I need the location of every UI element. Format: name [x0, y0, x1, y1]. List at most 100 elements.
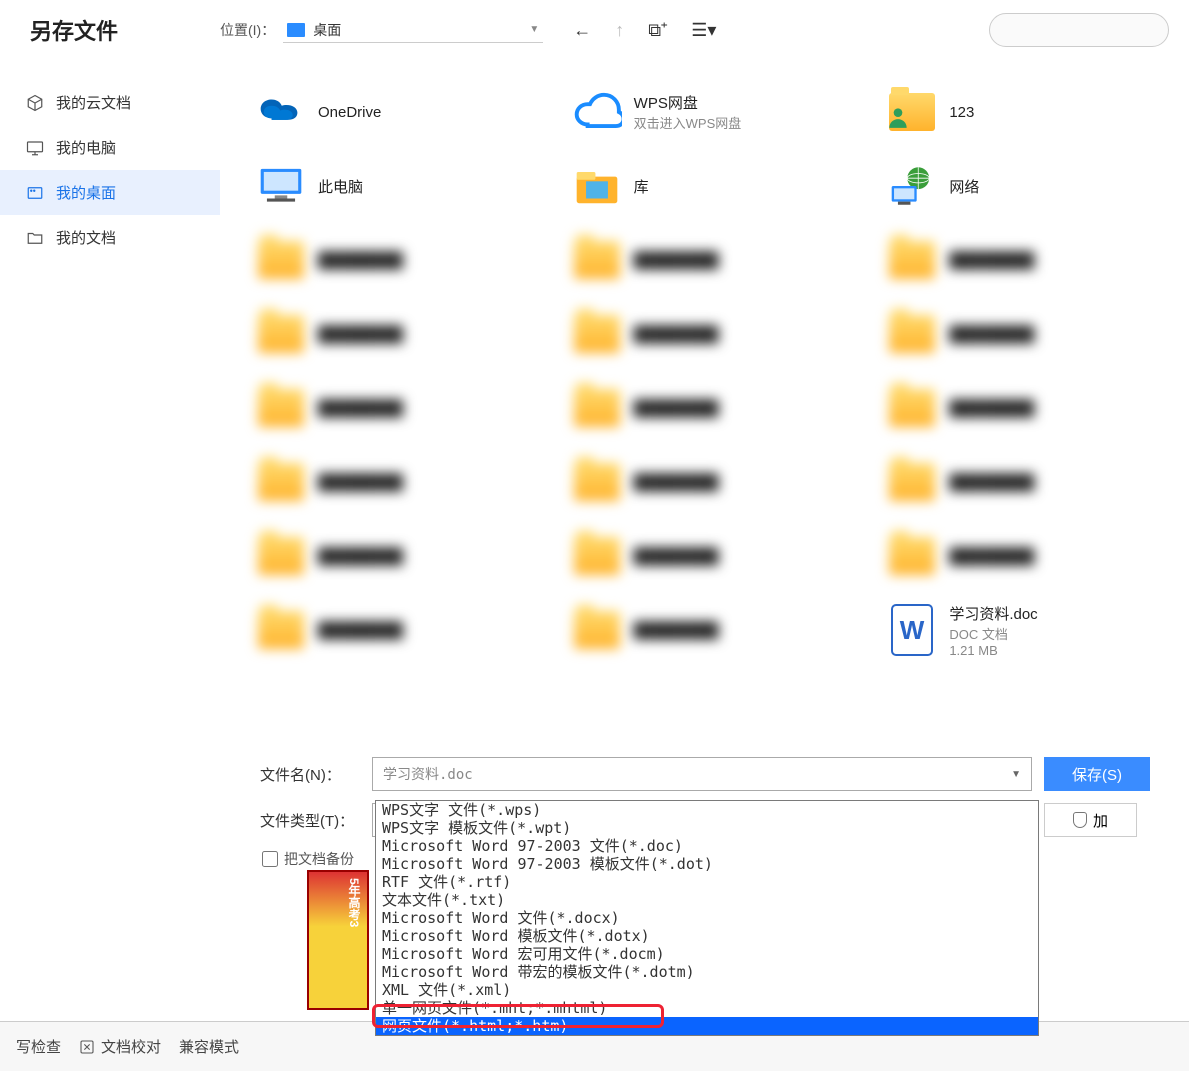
- cloud-icon: [572, 87, 622, 137]
- grid-item-blurred[interactable]: ████████: [250, 448, 548, 516]
- dialog-title: 另存文件: [0, 14, 220, 46]
- filetype-dropdown-list[interactable]: WPS文字 文件(*.wps)WPS文字 模板文件(*.wpt)Microsof…: [375, 800, 1039, 1036]
- statusbar-compat-mode[interactable]: 兼容模式: [179, 1036, 239, 1057]
- grid-item-blurred[interactable]: ████████: [566, 448, 864, 516]
- grid-item-this-pc[interactable]: 此电脑: [250, 152, 548, 220]
- search-input[interactable]: [1004, 23, 1181, 38]
- grid-item-study-doc[interactable]: W 学习资料.doc DOC 文档 1.21 MB: [881, 596, 1179, 664]
- background-book-spine: 5年高考3: [307, 870, 369, 1010]
- filetype-option[interactable]: Microsoft Word 文件(*.docx): [376, 909, 1038, 927]
- grid-item-blurred[interactable]: ████████: [566, 226, 864, 294]
- up-icon: ↑: [615, 20, 624, 41]
- desktop-square-icon: [26, 184, 44, 202]
- new-folder-icon[interactable]: ⧉⁺: [648, 20, 667, 41]
- filetype-option[interactable]: Microsoft Word 模板文件(*.dotx): [376, 927, 1038, 945]
- location-value: 桌面: [313, 20, 341, 40]
- shield-icon: [1073, 812, 1087, 828]
- filetype-label: 文件类型(T)：: [260, 810, 360, 831]
- grid-item-libraries[interactable]: 库: [566, 152, 864, 220]
- sidebar-item-label: 我的桌面: [56, 182, 116, 203]
- grid-item-onedrive[interactable]: OneDrive: [250, 78, 548, 146]
- backup-label: 把文档备份: [284, 849, 354, 869]
- filetype-option[interactable]: 单一网页文件(*.mht;*.mhtml): [376, 999, 1038, 1017]
- item-name: 此电脑: [318, 176, 363, 197]
- sidebar: 我的云文档 我的电脑 我的桌面 我的文档: [0, 60, 220, 743]
- item-name: 123: [949, 104, 974, 121]
- item-name: 学习资料.doc: [949, 603, 1037, 624]
- sidebar-item-label: 我的文档: [56, 227, 116, 248]
- filetype-option[interactable]: Microsoft Word 97-2003 文件(*.doc): [376, 837, 1038, 855]
- item-name: 网络: [949, 176, 979, 197]
- filetype-option[interactable]: Microsoft Word 97-2003 模板文件(*.dot): [376, 855, 1038, 873]
- grid-item-blurred[interactable]: ████████: [566, 596, 864, 664]
- filename-label: 文件名(N)：: [260, 764, 360, 785]
- grid-item-blurred[interactable]: ████████: [566, 522, 864, 590]
- svg-text:W: W: [900, 615, 925, 645]
- grid-item-blurred[interactable]: ████████: [566, 300, 864, 368]
- filetype-option[interactable]: WPS文字 模板文件(*.wpt): [376, 819, 1038, 837]
- monitor-icon: [26, 139, 44, 157]
- item-sub: 双击进入WPS网盘: [634, 113, 742, 132]
- x-square-icon: [79, 1039, 95, 1055]
- sidebar-item-label: 我的云文档: [56, 92, 131, 113]
- user-folder-icon: [887, 87, 937, 137]
- sidebar-item-cloud-docs[interactable]: 我的云文档: [0, 80, 220, 125]
- sidebar-item-my-desktop[interactable]: 我的桌面: [0, 170, 220, 215]
- grid-item-wps-cloud[interactable]: WPS网盘 双击进入WPS网盘: [566, 78, 864, 146]
- grid-item-blurred[interactable]: ████████: [881, 226, 1179, 294]
- grid-item-blurred[interactable]: ████████: [566, 374, 864, 442]
- location-dropdown[interactable]: 桌面 ▼: [283, 18, 543, 43]
- item-name: WPS网盘: [634, 92, 742, 113]
- pc-icon: [256, 161, 306, 211]
- grid-item-blurred[interactable]: ████████: [250, 374, 548, 442]
- save-button[interactable]: 保存(S): [1044, 757, 1150, 791]
- chevron-down-icon: ▼: [1011, 769, 1021, 780]
- grid-item-blurred[interactable]: ████████: [250, 226, 548, 294]
- filetype-option[interactable]: Microsoft Word 带宏的模板文件(*.dotm): [376, 963, 1038, 981]
- cube-icon: [26, 94, 44, 112]
- desktop-icon: [287, 23, 305, 37]
- item-type: DOC 文档: [949, 624, 1037, 643]
- grid-item-blurred[interactable]: ████████: [250, 596, 548, 664]
- doc-file-icon: W: [887, 605, 937, 655]
- dialog-header: 另存文件 位置(I)： 桌面 ▼ ← ↑ ⧉⁺ ☰▾: [0, 0, 1189, 60]
- statusbar-doccheck[interactable]: 文档校对: [79, 1036, 161, 1057]
- encrypt-button[interactable]: 加: [1044, 803, 1137, 837]
- filetype-option[interactable]: 文本文件(*.txt): [376, 891, 1038, 909]
- backup-checkbox[interactable]: [262, 851, 278, 867]
- filetype-option[interactable]: WPS文字 文件(*.wps): [376, 801, 1038, 819]
- grid-item-blurred[interactable]: ████████: [250, 522, 548, 590]
- nav-icons: ← ↑ ⧉⁺ ☰▾: [573, 20, 716, 41]
- grid-item-user-folder[interactable]: 123: [881, 78, 1179, 146]
- sidebar-item-label: 我的电脑: [56, 137, 116, 158]
- grid-item-blurred[interactable]: ████████: [881, 522, 1179, 590]
- filetype-option[interactable]: Microsoft Word 宏可用文件(*.docm): [376, 945, 1038, 963]
- grid-item-blurred[interactable]: ████████: [881, 300, 1179, 368]
- grid-item-network[interactable]: 网络: [881, 152, 1179, 220]
- file-grid: OneDrive WPS网盘 双击进入WPS网盘: [220, 60, 1189, 743]
- network-icon: [887, 161, 937, 211]
- filename-combobox[interactable]: 学习资料.doc ▼: [372, 757, 1032, 791]
- grid-item-blurred[interactable]: ████████: [250, 300, 548, 368]
- location-label: 位置(I)：: [220, 20, 275, 40]
- filetype-option[interactable]: RTF 文件(*.rtf): [376, 873, 1038, 891]
- item-size: 1.21 MB: [949, 643, 1037, 658]
- onedrive-icon: [256, 87, 306, 137]
- item-name: 库: [634, 176, 649, 197]
- sidebar-item-my-computer[interactable]: 我的电脑: [0, 125, 220, 170]
- statusbar-spellcheck[interactable]: 写检查: [16, 1036, 61, 1057]
- back-icon[interactable]: ←: [573, 20, 591, 41]
- chevron-down-icon: ▼: [529, 24, 539, 35]
- sidebar-item-my-documents[interactable]: 我的文档: [0, 215, 220, 260]
- grid-item-blurred[interactable]: ████████: [881, 448, 1179, 516]
- library-icon: [572, 161, 622, 211]
- search-box[interactable]: [989, 13, 1169, 47]
- view-options-icon[interactable]: ☰▾: [691, 20, 716, 41]
- save-as-dialog: 另存文件 位置(I)： 桌面 ▼ ← ↑ ⧉⁺ ☰▾ 我的云文档: [0, 0, 1189, 885]
- filename-value: 学习资料.doc: [383, 764, 1011, 784]
- grid-item-blurred[interactable]: ████████: [881, 374, 1179, 442]
- filetype-option[interactable]: 网页文件(*.html;*.htm): [376, 1017, 1038, 1035]
- folder-icon: [26, 229, 44, 247]
- filetype-option[interactable]: XML 文件(*.xml): [376, 981, 1038, 999]
- item-name: OneDrive: [318, 104, 381, 121]
